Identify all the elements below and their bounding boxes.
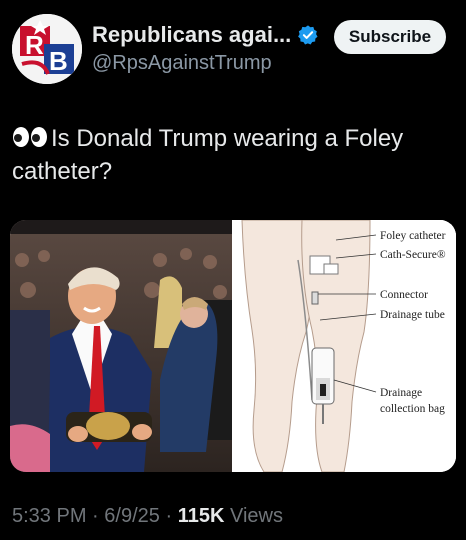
name-row: Republicans agai...	[92, 22, 319, 48]
user-handle[interactable]: @RpsAgainstTrump	[92, 52, 272, 75]
display-name[interactable]: Republicans agai...	[92, 22, 291, 48]
event-photo[interactable]	[10, 220, 232, 472]
subscribe-button[interactable]: Subscribe	[334, 20, 446, 54]
diagram-label-drainage: Drainage	[380, 387, 422, 399]
verified-badge-icon	[298, 25, 318, 45]
views-count: 115K	[177, 505, 225, 527]
catheter-diagram[interactable]: Foley catheter Cath-Secure® Connector Dr…	[236, 220, 456, 472]
tweet-header: R B Republicans agai... @RpsAgainstTrump…	[0, 0, 466, 100]
avatar[interactable]: R B	[12, 14, 82, 84]
eyes-emoji-icon	[13, 127, 47, 147]
svg-text:R: R	[25, 30, 44, 60]
rb-logo-icon: R B	[12, 14, 82, 84]
diagram-label-foley: Foley catheter	[380, 230, 446, 242]
tweet-body: Is Donald Trump wearing a Foley catheter…	[12, 125, 404, 185]
diagram-label-cath-secure: Cath-Secure®	[380, 249, 446, 261]
tweet-date[interactable]: 6/9/25	[104, 505, 160, 527]
meta-separator: ·	[92, 505, 99, 527]
tweet-media[interactable]: Foley catheter Cath-Secure® Connector Dr…	[10, 220, 456, 472]
tweet-time[interactable]: 5:33 PM	[12, 505, 86, 527]
diagram-label-collection-bag: collection bag	[380, 403, 445, 415]
diagram-label-drainage-tube: Drainage tube	[380, 309, 445, 321]
views-label: Views	[229, 505, 283, 527]
tweet-text: Is Donald Trump wearing a Foley catheter…	[12, 122, 452, 188]
tweet-meta: 5:33 PM · 6/9/25 · 115K Views	[12, 505, 283, 528]
diagram-label-connector: Connector	[380, 289, 428, 301]
svg-text:B: B	[49, 46, 68, 76]
meta-separator: ·	[165, 505, 173, 527]
